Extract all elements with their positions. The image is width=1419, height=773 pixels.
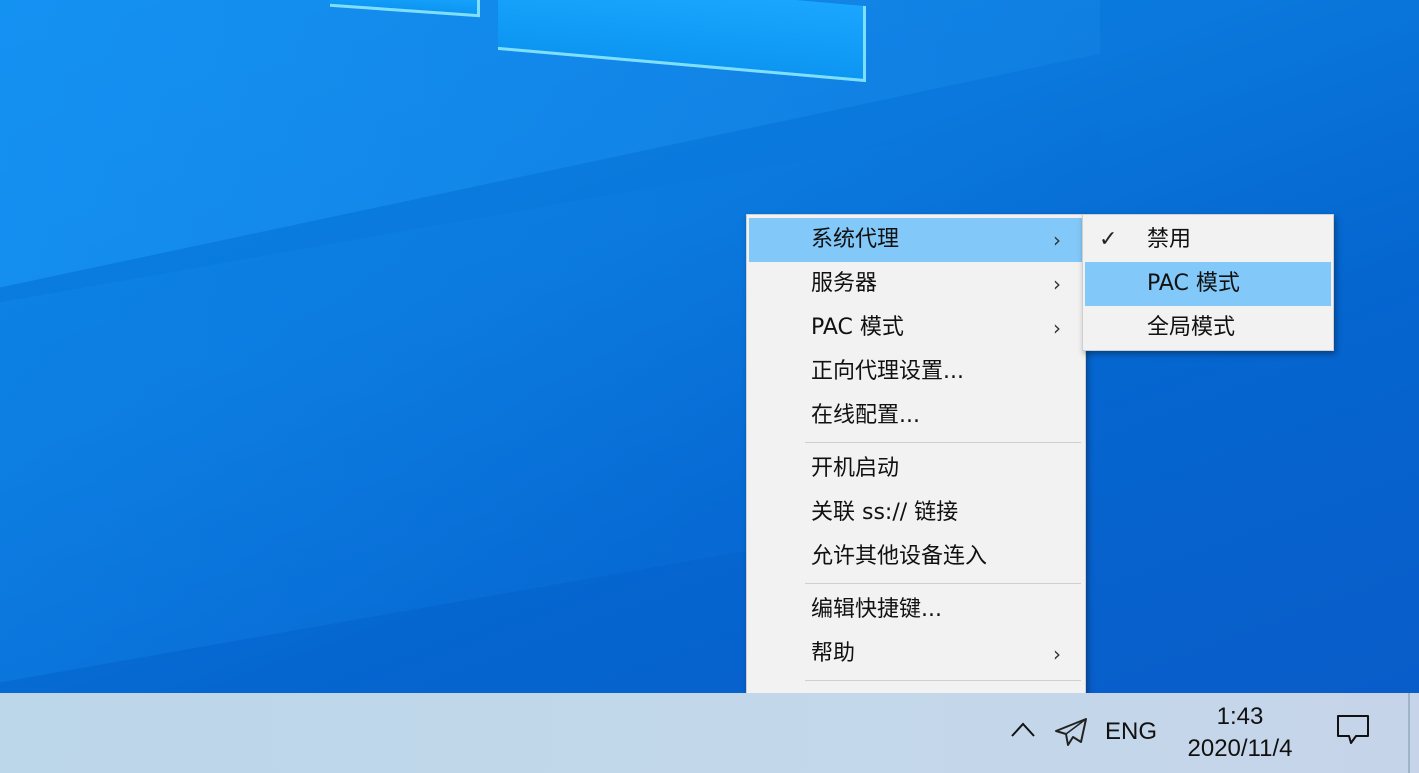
chevron-right-icon: ›	[1053, 642, 1061, 666]
taskbar: ENG 1:43 2020/11/4	[0, 693, 1419, 773]
menu-item-label: 系统代理	[811, 227, 900, 252]
menu-separator	[805, 583, 1081, 584]
menu-item-edit-hotkeys[interactable]: 编辑快捷键...	[749, 588, 1083, 632]
input-language-indicator[interactable]: ENG	[1105, 718, 1157, 746]
menu-item-online-config[interactable]: 在线配置...	[749, 394, 1083, 438]
menu-item-associate-ss-links[interactable]: 关联 ss:// 链接	[749, 491, 1083, 535]
menu-item-label: PAC 模式	[811, 315, 904, 340]
submenu-item-pac-mode[interactable]: PAC 模式	[1085, 262, 1331, 306]
submenu-item-disable[interactable]: ✓ 禁用	[1085, 218, 1331, 262]
menu-item-pac-mode[interactable]: PAC 模式 ›	[749, 306, 1083, 350]
menu-item-help[interactable]: 帮助 ›	[749, 632, 1083, 676]
chevron-right-icon: ›	[1053, 228, 1061, 252]
checkmark-icon: ✓	[1099, 227, 1118, 252]
menu-item-label: 服务器	[811, 271, 878, 296]
menu-item-forward-proxy-settings[interactable]: 正向代理设置...	[749, 350, 1083, 394]
taskbar-clock[interactable]: 1:43 2020/11/4	[1170, 701, 1310, 765]
paper-plane-icon[interactable]	[1054, 717, 1088, 747]
chevron-up-icon[interactable]	[1010, 715, 1036, 746]
menu-item-servers[interactable]: 服务器 ›	[749, 262, 1083, 306]
chevron-right-icon: ›	[1053, 272, 1061, 296]
action-center-icon[interactable]	[1334, 713, 1372, 747]
submenu-item-label: 全局模式	[1147, 315, 1236, 340]
menu-item-label: 关联 ss:// 链接	[811, 500, 959, 525]
menu-separator	[805, 442, 1081, 443]
menu-item-start-on-boot[interactable]: 开机启动	[749, 447, 1083, 491]
submenu-item-label: PAC 模式	[1147, 271, 1240, 296]
clock-time: 1:43	[1216, 703, 1264, 730]
tray-context-menu: 系统代理 › 服务器 › PAC 模式 › 正向代理设置... 在线配置... …	[746, 214, 1086, 731]
system-proxy-submenu: ✓ 禁用 PAC 模式 全局模式	[1082, 214, 1334, 351]
menu-item-label: 开机启动	[811, 456, 900, 481]
menu-item-label: 在线配置...	[811, 403, 920, 428]
chevron-right-icon: ›	[1053, 316, 1061, 340]
menu-item-label: 帮助	[811, 641, 856, 666]
submenu-item-global-mode[interactable]: 全局模式	[1085, 306, 1331, 350]
menu-item-label: 允许其他设备连入	[811, 544, 988, 569]
menu-item-allow-lan[interactable]: 允许其他设备连入	[749, 535, 1083, 579]
menu-item-label: 正向代理设置...	[811, 359, 964, 384]
clock-date: 2020/11/4	[1187, 735, 1293, 762]
menu-separator	[805, 680, 1081, 681]
menu-item-label: 编辑快捷键...	[811, 597, 942, 622]
submenu-item-label: 禁用	[1147, 227, 1192, 252]
menu-item-system-proxy[interactable]: 系统代理 ›	[749, 218, 1083, 262]
show-desktop-divider[interactable]	[1408, 693, 1410, 773]
